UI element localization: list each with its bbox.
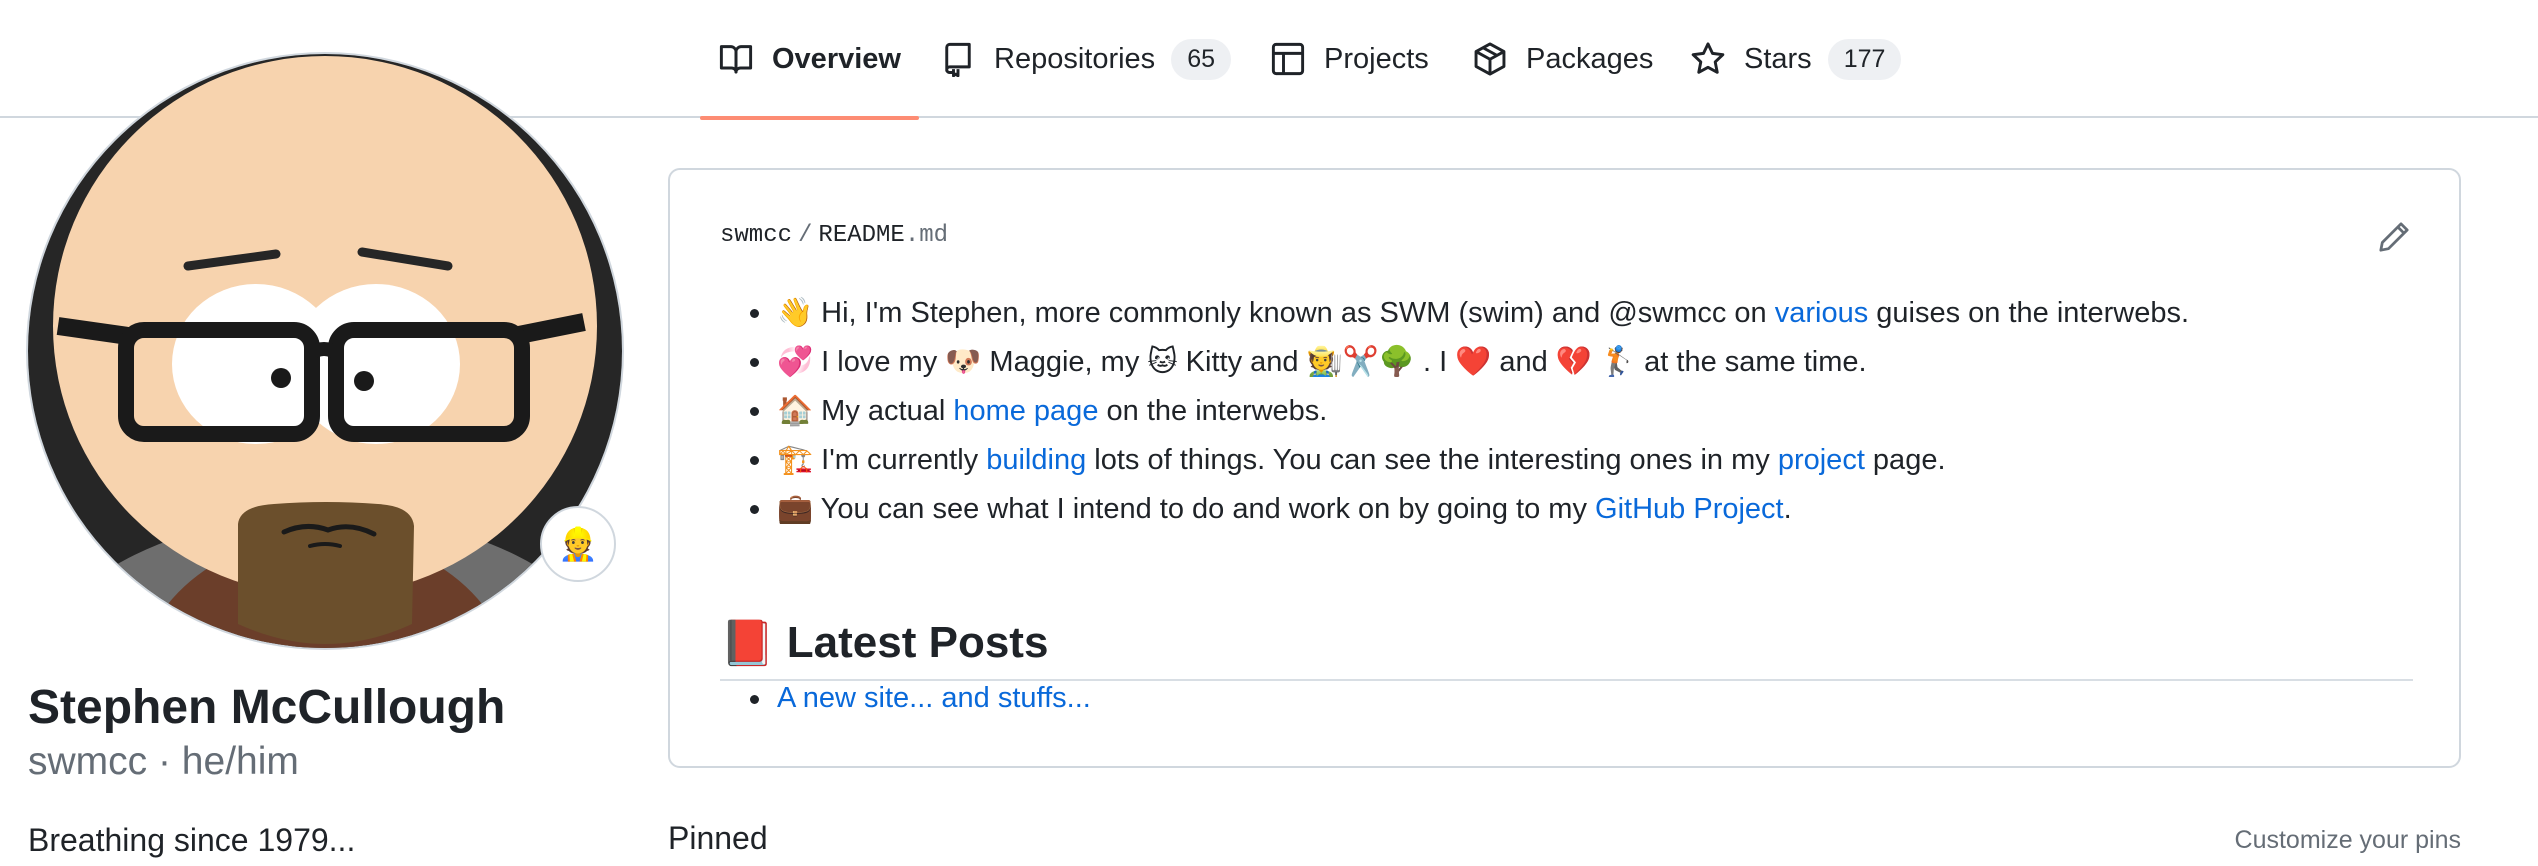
avatar[interactable]: [28, 54, 622, 648]
red-book-icon: 📕: [720, 617, 775, 669]
hearts-icon: 💞: [777, 344, 814, 378]
profile-bio: Breathing since 1979...: [28, 822, 356, 858]
tab-projects[interactable]: Projects: [1270, 0, 1429, 118]
list-item: 💞 I love my 🐶 Maggie, my 🐱 Kitty and 🧑‍🌾…: [720, 337, 2420, 386]
profile-name: Stephen McCullough: [28, 681, 506, 734]
intro-text: I love my: [813, 346, 946, 378]
intro-text: [1592, 346, 1600, 378]
repositories-count: 65: [1171, 38, 1231, 80]
intro-text: Kitty and: [1177, 346, 1307, 378]
list-item: A new site... and stuffs...: [720, 674, 2420, 722]
broken-heart-icon: 💔: [1555, 344, 1592, 378]
intro-text: at the same time.: [1636, 346, 1867, 378]
tab-overview-label: Overview: [772, 42, 901, 75]
golfer-icon: 🏌️: [1599, 344, 1637, 378]
tab-repositories-label: Repositories: [994, 42, 1156, 75]
intro-text: lots of things. You can see the interest…: [1086, 444, 1778, 476]
readme-file-base[interactable]: README: [818, 222, 904, 249]
posts-list: A new site... and stuffs...: [720, 674, 2420, 722]
dog-icon: 🐶: [945, 344, 982, 378]
status-emoji-button[interactable]: 👷: [540, 506, 616, 582]
readme-owner[interactable]: swmcc: [720, 222, 792, 249]
construction-worker-icon: 👷: [558, 525, 598, 563]
edit-readme-button[interactable]: [2377, 220, 2417, 260]
list-item: 🏗️ I'm currently building lots of things…: [720, 435, 2420, 484]
profile-avatar-container: 👷: [28, 54, 622, 648]
intro-text: Hi, I'm Stephen, more commonly known as …: [813, 297, 1775, 329]
post-link[interactable]: A new site... and stuffs...: [777, 682, 1091, 714]
construction-icon: 🏗️: [777, 442, 814, 476]
project-link[interactable]: project: [1778, 444, 1865, 476]
profile-readme: swmcc / README.md 👋 Hi, I'm Stephen, more …: [668, 168, 2461, 768]
tab-overview[interactable]: Overview: [700, 0, 919, 120]
tab-stars[interactable]: Stars 177: [1690, 0, 1902, 118]
tab-repositories[interactable]: Repositories 65: [940, 0, 1231, 118]
profile-login: swmcc · he/him: [28, 740, 299, 783]
red-heart-icon: ❤️: [1455, 344, 1492, 378]
intro-text: My actual: [813, 395, 954, 427]
intro-text: I'm currently: [813, 444, 987, 476]
package-icon: [1472, 41, 1508, 77]
repo-icon: [940, 41, 976, 77]
intro-list: 👋 Hi, I'm Stephen, more commonly known a…: [720, 288, 2420, 533]
briefcase-icon: 💼: [777, 491, 814, 525]
table-icon: [1270, 41, 1306, 77]
list-item: 🏠 My actual home page on the interwebs.: [720, 386, 2420, 435]
readme-file-ext: .md: [904, 222, 949, 249]
star-icon: [1690, 41, 1726, 77]
github-project-link[interactable]: GitHub Project: [1595, 493, 1784, 525]
building-link[interactable]: building: [986, 444, 1086, 476]
intro-text: . I: [1414, 346, 1456, 378]
gardening-icon: 🧑‍🌾✂️🌳: [1306, 344, 1415, 378]
waving-hand-icon: 👋: [777, 295, 814, 329]
home-page-link[interactable]: home page: [953, 395, 1098, 427]
book-icon: [718, 41, 754, 77]
cat-icon: 🐱: [1147, 344, 1178, 378]
tab-stars-label: Stars: [1744, 42, 1812, 75]
intro-text: and: [1491, 346, 1556, 378]
intro-text: on the interwebs.: [1098, 395, 1328, 427]
tab-packages[interactable]: Packages: [1472, 0, 1653, 118]
intro-text: Maggie, my: [981, 346, 1148, 378]
house-icon: 🏠: [777, 393, 814, 427]
intro-text: You can see what I intend to do and work…: [813, 493, 1596, 525]
intro-text: page.: [1864, 444, 1946, 476]
stars-count: 177: [1827, 38, 1902, 80]
intro-text: guises on the interwebs.: [1868, 297, 2190, 329]
latest-posts-title: Latest Posts: [786, 617, 1049, 667]
tab-packages-label: Packages: [1526, 42, 1654, 75]
pinned-heading: Pinned: [668, 820, 768, 856]
customize-pins-link[interactable]: Customize your pins: [2235, 826, 2461, 855]
various-link[interactable]: various: [1775, 297, 1869, 329]
pencil-icon: [2377, 220, 2417, 254]
list-item: 👋 Hi, I'm Stephen, more commonly known a…: [720, 288, 2420, 337]
readme-path: swmcc / README.md: [720, 222, 948, 249]
tab-projects-label: Projects: [1324, 42, 1429, 75]
latest-posts-heading: 📕 Latest Posts: [720, 607, 2413, 681]
list-item: 💼 You can see what I intend to do and wo…: [720, 484, 2420, 533]
path-separator: /: [798, 222, 813, 249]
intro-text: .: [1783, 493, 1792, 525]
